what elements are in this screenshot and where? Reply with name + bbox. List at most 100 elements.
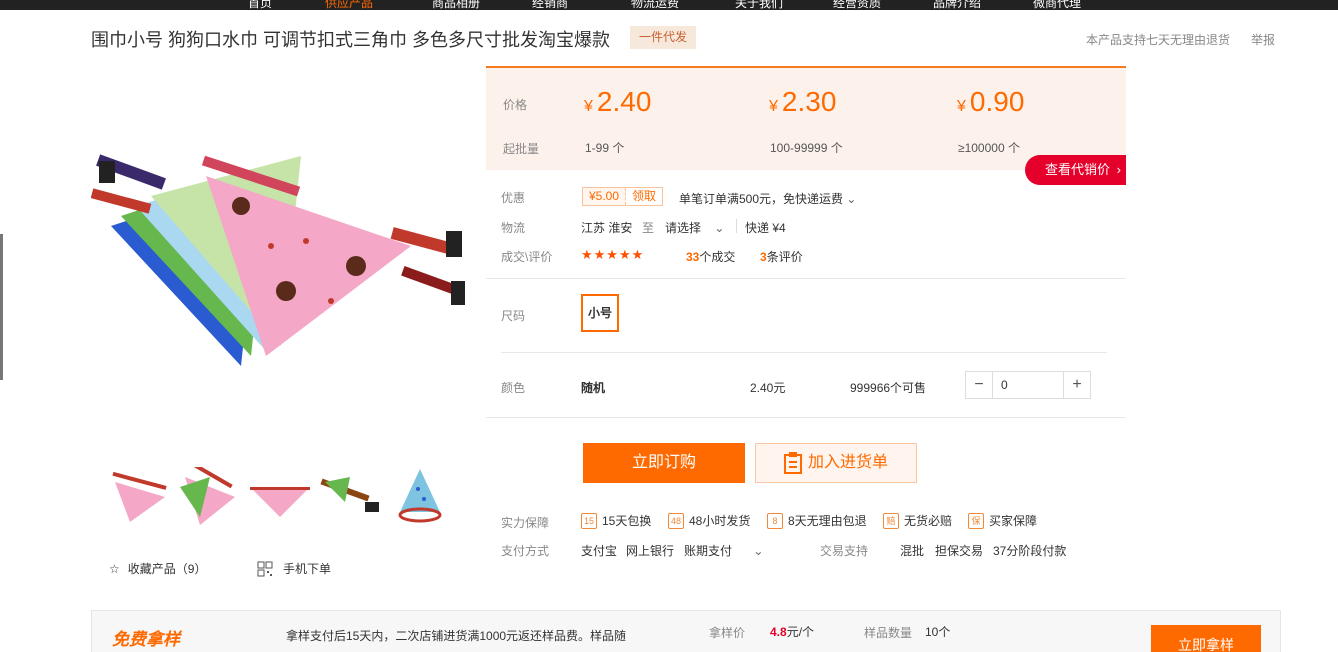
payment-label: 支付方式 (501, 544, 550, 558)
nav-item[interactable]: 微商代理 (1033, 0, 1081, 10)
free-sample-description: 拿样支付后15天内，二次店铺进货满1000元返还样品费。样品随 (286, 629, 627, 643)
guarantee-item[interactable]: 15 15天包换 (581, 512, 651, 529)
price-tier-2: ¥2.30 (769, 86, 837, 117)
bandana-illustration (91, 154, 465, 366)
nav-item[interactable]: 供应产品 (325, 0, 373, 10)
guarantee-item[interactable]: 赔 无货必赔 (883, 512, 952, 529)
color-label: 颜色 (501, 381, 526, 395)
qr-code-icon (257, 561, 273, 576)
nav-item[interactable]: 物流运费 (631, 0, 679, 10)
main-product-image[interactable] (91, 66, 471, 446)
nav-item[interactable]: 商品相册 (432, 0, 480, 10)
price-tier-1: ¥2.40 (584, 86, 652, 117)
report-link[interactable]: 举报 (1251, 31, 1275, 48)
agent-price-label: 查看代销价 (1045, 162, 1111, 177)
left-scroll-indicator (0, 234, 3, 380)
chevron-down-icon: ⌄ (714, 221, 725, 235)
top-nav: 首页 供应产品 商品相册 经销商 物流运费 关于我们 经营资质 品牌介绍 微商代… (0, 0, 1338, 10)
quantity-input[interactable]: 0 (993, 372, 1063, 398)
chevron-right-icon: › (1116, 162, 1121, 177)
mobile-order[interactable]: 手机下单 (257, 560, 331, 577)
minus-icon[interactable]: − (966, 372, 993, 398)
return-policy-note: 本产品支持七天无理由退货 (1086, 33, 1231, 47)
divider (501, 352, 1107, 353)
price-tier-3: ¥0.90 (957, 86, 1025, 117)
divider (486, 417, 1126, 418)
size-label: 尺码 (501, 309, 526, 323)
favorite-product[interactable]: ☆ 收藏产品（9） (109, 560, 206, 577)
qty-tier-2: 100-99999 个 (770, 141, 843, 155)
star-outline-icon: ☆ (109, 561, 120, 576)
return-8-icon: 8 (767, 512, 783, 529)
trade-item: 混批 (900, 544, 925, 558)
compensation-icon: 赔 (883, 512, 899, 529)
divider (736, 219, 737, 233)
payment-method: 网上银行 (626, 544, 675, 558)
thumbnail[interactable] (320, 467, 380, 527)
ship-to-select[interactable]: 请选择 ⌄ (665, 219, 724, 236)
coupon-claim[interactable]: 领取 (626, 188, 662, 205)
free-sample-title: 免费拿样 (112, 630, 180, 649)
nav-item[interactable]: 经营资质 (833, 0, 881, 10)
chevron-down-icon: ⌄ (846, 192, 857, 206)
guarantee-label: 实力保障 (501, 516, 550, 530)
sample-count-label: 样品数量 (864, 626, 913, 640)
thumbnail[interactable] (180, 467, 240, 527)
trade-item: 担保交易 (935, 544, 984, 558)
express-fee: 快递 ¥4 (745, 221, 786, 235)
logistics-label: 物流 (501, 221, 526, 235)
chevron-down-icon: ⌄ (753, 544, 764, 558)
ship-to-word: 至 (642, 221, 655, 235)
clipboard-icon (783, 452, 802, 474)
payment-method: 支付宝 (581, 544, 618, 558)
rating-stars: ★★★★★ (581, 247, 645, 262)
coupon[interactable]: ¥5.00 领取 (582, 187, 664, 206)
nav-item[interactable]: 关于我们 (735, 0, 783, 10)
nav-item[interactable]: 首页 (248, 0, 272, 10)
mobile-order-label: 手机下单 (283, 562, 332, 576)
get-sample-button[interactable]: 立即拿样 (1151, 625, 1261, 652)
quantity-stepper: − 0 + (965, 371, 1091, 399)
thumbnail[interactable] (110, 467, 170, 527)
buyer-protection-icon: 保 (968, 512, 984, 529)
reviews-label: 成交\评价 (501, 250, 553, 264)
color-option: 随机 (581, 381, 606, 395)
stock-count: 999966个可售 (850, 381, 927, 395)
promo-label: 优惠 (501, 191, 526, 205)
qty-tier-3: ≥100000 个 (958, 141, 1020, 155)
ship-48h-icon: 48 (668, 512, 684, 529)
add-to-cart-label: 加入进货单 (807, 454, 888, 471)
dropship-badge: 一件代发 (630, 26, 697, 49)
payment-method[interactable]: 账期支付 ⌄ (684, 542, 763, 559)
deals-count[interactable]: 33个成交 (686, 248, 735, 265)
coupon-amount: ¥5.00 (583, 188, 627, 205)
unit-price: 2.40元 (750, 381, 786, 395)
size-option-small[interactable]: 小号 (581, 294, 619, 332)
sample-price-label: 拿样价 (709, 626, 746, 640)
guarantee-item[interactable]: 8 8天无理由包退 (767, 512, 867, 529)
price-panel: 价格 起批量 ¥2.40 ¥2.30 ¥0.90 1-99 个 100-9999… (486, 66, 1126, 170)
nav-item[interactable]: 经销商 (532, 0, 568, 10)
nav-item[interactable]: 品牌介绍 (933, 0, 981, 10)
guarantee-item[interactable]: 48 48小时发货 (668, 512, 750, 529)
thumbnail[interactable] (250, 467, 310, 527)
free-sample-bar: 免费拿样 拿样支付后15天内，二次店铺进货满1000元返还样品费。样品随 拿样价… (91, 610, 1281, 652)
favorite-label: 收藏产品（9） (127, 562, 207, 576)
moq-label: 起批量 (503, 142, 540, 156)
price-label: 价格 (503, 98, 528, 112)
qty-tier-1: 1-99 个 (585, 141, 625, 155)
trade-item: 37分阶段付款 (993, 544, 1067, 558)
agent-price-button[interactable]: 查看代销价 › (1025, 155, 1126, 185)
ship-from: 江苏 淮安 (581, 221, 633, 235)
add-to-cart-button[interactable]: 加入进货单 (755, 443, 917, 483)
promo-text[interactable]: 单笔订单满500元，免快递运费 ⌄ (679, 190, 856, 207)
trade-support-label: 交易支持 (820, 544, 869, 558)
divider (486, 278, 1126, 279)
buy-now-button[interactable]: 立即订购 (583, 443, 745, 483)
sample-price: 4.8元/个 (770, 625, 815, 639)
guarantee-item[interactable]: 保 买家保障 (968, 512, 1037, 529)
review-count[interactable]: 3条评价 (760, 248, 803, 265)
plus-icon[interactable]: + (1063, 372, 1090, 398)
sample-count: 10个 (925, 625, 951, 639)
thumbnail[interactable] (390, 467, 450, 527)
